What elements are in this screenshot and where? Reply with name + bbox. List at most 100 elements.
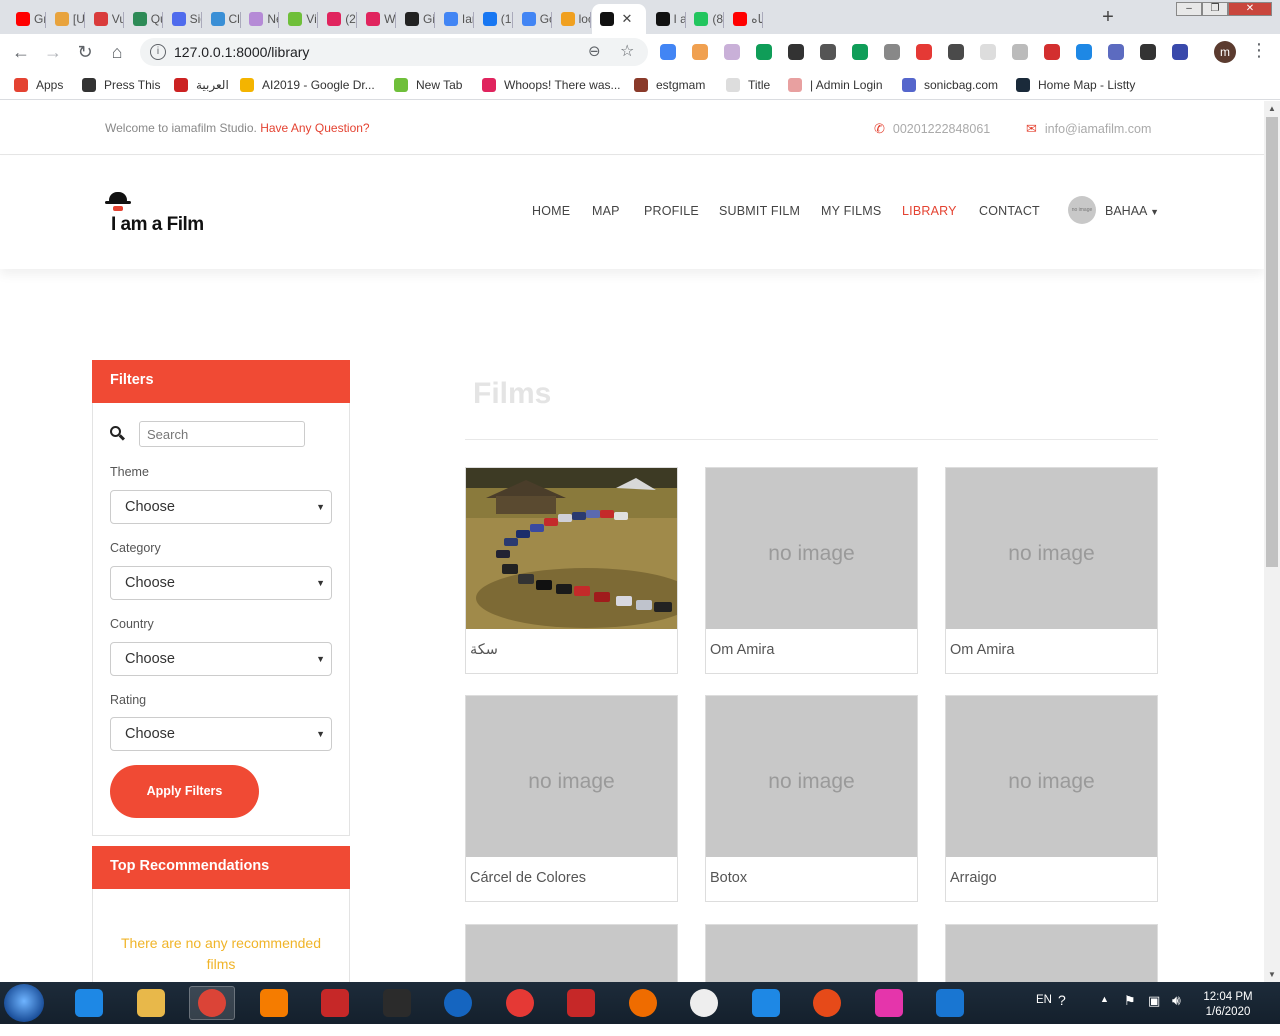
- bookmark-item[interactable]: Apps: [14, 76, 63, 94]
- country-select[interactable]: Choose ▼: [110, 642, 332, 676]
- scrollbar-thumb[interactable]: [1266, 117, 1278, 567]
- reload-icon[interactable]: ↻: [74, 41, 96, 63]
- film-thumbnail[interactable]: [466, 925, 677, 982]
- film-thumbnail[interactable]: [466, 468, 677, 629]
- extension-icon[interactable]: [788, 44, 804, 60]
- taskbar-app[interactable]: [866, 986, 912, 1020]
- browser-tab[interactable]: Vid: [280, 4, 319, 34]
- browser-tab[interactable]: Ne: [241, 4, 280, 34]
- film-thumbnail[interactable]: no image: [946, 468, 1157, 629]
- email-contact[interactable]: ✉ info@iamafilm.com: [1026, 121, 1151, 137]
- zoom-icon[interactable]: ⊖: [588, 42, 601, 60]
- film-thumbnail[interactable]: no image: [946, 696, 1157, 857]
- forward-icon[interactable]: →: [42, 41, 64, 63]
- taskbar-app[interactable]: [927, 986, 973, 1020]
- taskbar-app[interactable]: [804, 986, 850, 1020]
- film-thumbnail[interactable]: [946, 925, 1157, 982]
- extension-icon[interactable]: [692, 44, 708, 60]
- bookmark-item[interactable]: New Tab: [394, 76, 462, 94]
- bookmark-item[interactable]: | Admin Login: [788, 76, 883, 94]
- minimize-button[interactable]: –: [1176, 2, 1202, 16]
- question-link[interactable]: Have Any Question?: [260, 121, 369, 135]
- extension-icon[interactable]: [1012, 44, 1028, 60]
- film-card[interactable]: [465, 924, 678, 982]
- film-title[interactable]: Arraigo: [950, 870, 997, 886]
- film-card[interactable]: no image Om Amira: [705, 467, 918, 674]
- site-logo[interactable]: I am a Film: [105, 192, 205, 242]
- extension-icon[interactable]: [820, 44, 836, 60]
- close-window-button[interactable]: ✕: [1228, 2, 1272, 16]
- nav-map[interactable]: MAP: [592, 204, 620, 218]
- page-scrollbar[interactable]: ▲ ▼: [1264, 101, 1280, 982]
- film-title[interactable]: Cárcel de Colores: [470, 870, 586, 886]
- language-indicator[interactable]: EN: [1036, 994, 1052, 1036]
- browser-tab[interactable]: Go: [514, 4, 552, 34]
- film-thumbnail[interactable]: no image: [706, 696, 917, 857]
- category-select[interactable]: Choose ▼: [110, 566, 332, 600]
- extension-icon[interactable]: [724, 44, 740, 60]
- url-text[interactable]: 127.0.0.1:8000/library: [174, 44, 309, 60]
- film-card[interactable]: [945, 924, 1158, 982]
- start-button[interactable]: [4, 984, 44, 1022]
- taskbar-app[interactable]: [189, 986, 235, 1020]
- extension-icon[interactable]: [980, 44, 996, 60]
- user-menu[interactable]: BAHAA ▼: [1105, 204, 1159, 218]
- nav-library[interactable]: LIBRARY: [902, 204, 957, 218]
- browser-tab-active[interactable]: ✕: [591, 4, 646, 34]
- browser-tab[interactable]: Ian: [436, 4, 474, 34]
- help-icon[interactable]: ?: [1058, 992, 1066, 1034]
- taskbar-app[interactable]: [128, 986, 174, 1020]
- extension-icon[interactable]: [916, 44, 932, 60]
- rating-select[interactable]: Choose ▼: [110, 717, 332, 751]
- bookmark-item[interactable]: Title: [726, 76, 770, 94]
- maximize-button[interactable]: ❐: [1202, 2, 1228, 16]
- browser-tab[interactable]: We: [358, 4, 397, 34]
- new-tab-button[interactable]: +: [1096, 6, 1120, 28]
- film-card[interactable]: [705, 924, 918, 982]
- theme-select[interactable]: Choose ▼: [110, 490, 332, 524]
- film-thumbnail[interactable]: no image: [466, 696, 677, 857]
- browser-tab[interactable]: Gra: [8, 4, 46, 34]
- system-clock[interactable]: 12:04 PM 1/6/2020: [1196, 990, 1260, 1020]
- home-icon[interactable]: ⌂: [106, 41, 128, 63]
- bookmark-item[interactable]: العربية: [174, 76, 229, 94]
- film-card[interactable]: no image Arraigo: [945, 695, 1158, 902]
- extension-icon[interactable]: [884, 44, 900, 60]
- browser-tab[interactable]: I ar: [648, 4, 686, 34]
- browser-tab[interactable]: (8): [686, 4, 725, 34]
- site-info-icon[interactable]: i: [150, 44, 166, 60]
- taskbar-app[interactable]: [681, 986, 727, 1020]
- nav-home[interactable]: HOME: [532, 204, 570, 218]
- film-card[interactable]: no image Botox: [705, 695, 918, 902]
- nav-contact[interactable]: CONTACT: [979, 204, 1040, 218]
- bookmark-item[interactable]: estgmam: [634, 76, 705, 94]
- taskbar-app[interactable]: [497, 986, 543, 1020]
- nav-profile[interactable]: PROFILE: [644, 204, 699, 218]
- apply-filters-button[interactable]: Apply Filters: [110, 765, 259, 818]
- taskbar-app[interactable]: [743, 986, 789, 1020]
- taskbar-app[interactable]: [558, 986, 604, 1020]
- address-bar[interactable]: i 127.0.0.1:8000/library ⊖ ☆: [140, 38, 648, 66]
- browser-tab[interactable]: (15: [475, 4, 513, 34]
- network-icon[interactable]: ▣: [1148, 993, 1160, 1035]
- extension-icon[interactable]: [1140, 44, 1156, 60]
- browser-menu-icon[interactable]: ⋮: [1250, 40, 1268, 61]
- profile-avatar[interactable]: m: [1214, 41, 1236, 63]
- tab-close-icon[interactable]: ✕: [622, 11, 633, 27]
- bookmark-star-icon[interactable]: ☆: [620, 41, 634, 61]
- film-card[interactable]: no image Om Amira: [945, 467, 1158, 674]
- user-avatar[interactable]: no image: [1068, 196, 1096, 224]
- browser-tab[interactable]: [Uc: [47, 4, 85, 34]
- film-card[interactable]: no image Cárcel de Colores: [465, 695, 678, 902]
- browser-tab[interactable]: Sig: [164, 4, 202, 34]
- extension-icon[interactable]: [756, 44, 772, 60]
- volume-icon[interactable]: 🔊︎: [1172, 992, 1181, 1034]
- nav-submit-film[interactable]: SUBMIT FILM: [719, 204, 800, 218]
- taskbar-app[interactable]: [66, 986, 112, 1020]
- film-thumbnail[interactable]: [706, 925, 917, 982]
- film-title[interactable]: Botox: [710, 870, 747, 886]
- film-card[interactable]: سكة: [465, 467, 678, 674]
- extension-icon[interactable]: [1108, 44, 1124, 60]
- taskbar-app[interactable]: [620, 986, 666, 1020]
- bookmark-item[interactable]: sonicbag.com: [902, 76, 998, 94]
